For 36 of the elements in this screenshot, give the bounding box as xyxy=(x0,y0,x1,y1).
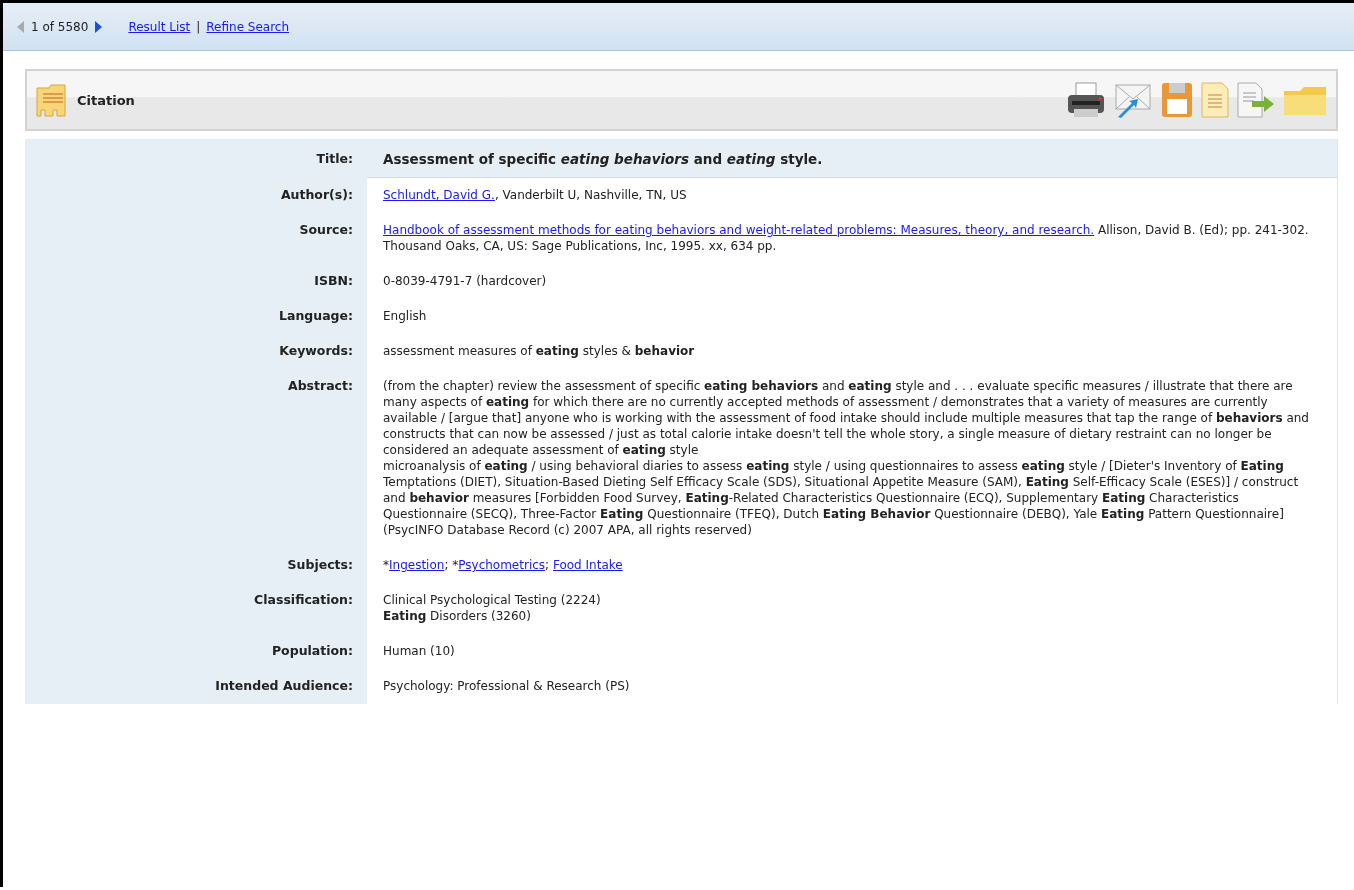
field-label: Title: xyxy=(25,139,367,178)
link-separator: | xyxy=(196,19,201,34)
next-arrow-icon[interactable] xyxy=(94,20,103,33)
value-link[interactable]: Handbook of assessment methods for eating behaviors and weight-related problems: Measures, theory, and research. xyxy=(383,223,1095,237)
record-position: 1 of 5580 xyxy=(31,19,89,34)
value-link[interactable]: Schlundt, David G. xyxy=(383,188,495,202)
field-label: Intended Audience: xyxy=(25,669,367,704)
field-label: ISBN: xyxy=(25,264,367,299)
field-label: Source: xyxy=(25,213,367,264)
field-value: Human (10) xyxy=(383,643,456,659)
envelope-arrow-icon[interactable] xyxy=(1112,81,1154,119)
field-value: *Ingestion; *Psychometrics; Food Intake xyxy=(383,557,624,573)
document-export-icon[interactable] xyxy=(1236,81,1276,119)
field-label: Population: xyxy=(25,634,367,669)
field-label: Author(s): xyxy=(25,178,367,213)
printer-icon[interactable] xyxy=(1066,81,1106,119)
field-label: Keywords: xyxy=(25,334,367,369)
field-value: Eating Disorders (3260) xyxy=(383,608,532,624)
field-value: microanalysis of eating / using behavioral diaries to assess eating style / using questionnaires to assess eating style / [Dieter's Inventory of Eating Temptations (DIET), Situation-Based Dieting Self Efficacy Scale (SDS), Situational Appetite Measure (SAM), Eating Self-Efficacy Scale (ESES)] / construct and behavior measures [Forbidden Food Survey, Eating-Related Characteristics Questionnaire (ECQ), Supplementary Eating Characteristics Questionnaire (SECQ), Three-Factor Eating Questionnaire (TFEQ), Dutch Eating Behavior Questionnaire (DEBQ), Yale Eating Pattern Questionnaire] (PsycINFO Database Record (c) 2007 APA, all rights reserved) xyxy=(383,458,1300,538)
value-link[interactable]: Food Intake xyxy=(552,558,623,572)
field-value: assessment measures of eating styles & behavior xyxy=(383,343,696,359)
field-value: Schlundt, David G., Vanderbilt U, Nashville, TN, US xyxy=(383,187,688,203)
nav-link[interactable]: Result List xyxy=(128,19,191,34)
panel-title: Citation xyxy=(77,92,136,108)
document-icon[interactable] xyxy=(1200,81,1230,119)
field-value: Handbook of assessment methods for eating behaviors and weight-related problems: Measures, theory, and research. Allison, David B. (Ed); pp. 241-302. Thousand Oaks, CA, US: Sage Publications, Inc, 1995. xx, 634 pp. xyxy=(383,222,1310,254)
field-value: 0-8039-4791-7 (hardcover) xyxy=(383,273,548,289)
nav-link[interactable]: Refine Search xyxy=(206,19,290,34)
field-value: Clinical Psychological Testing (2224) xyxy=(383,592,602,608)
field-label: Classification: xyxy=(25,583,367,634)
field-label: Language: xyxy=(25,299,367,334)
field-label: Abstract: xyxy=(25,369,367,548)
field-value: Assessment of specific eating behaviors and eating style. xyxy=(383,151,824,167)
field-value: English xyxy=(383,308,428,324)
field-label: Subjects: xyxy=(25,548,367,583)
field-value: Psychology: Professional & Research (PS) xyxy=(383,678,631,694)
